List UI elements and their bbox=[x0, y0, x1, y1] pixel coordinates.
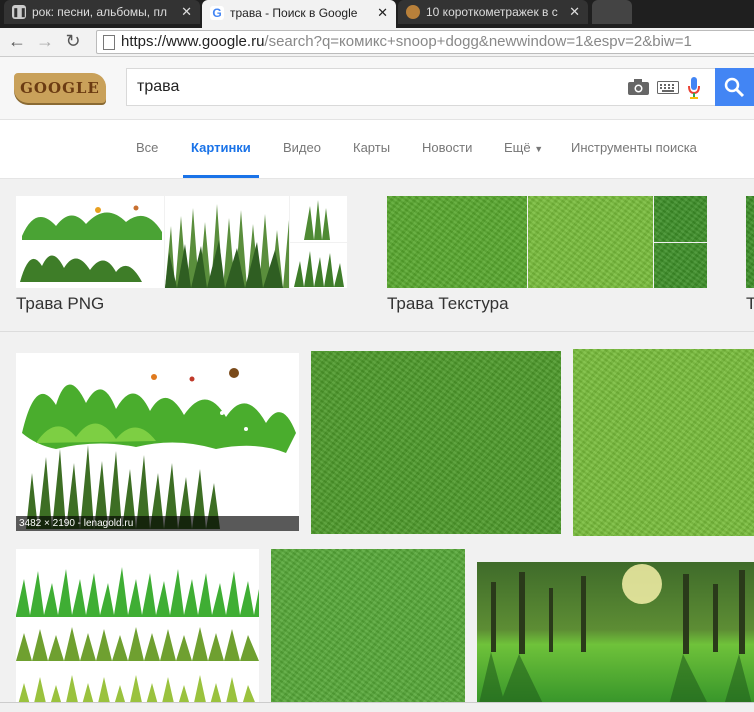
address-bar[interactable]: https://www.google.ru/search?q=комикс+sn… bbox=[96, 30, 754, 54]
tab-more[interactable]: Ещё ▼ bbox=[504, 140, 543, 155]
logo-text: GOOGLE bbox=[20, 79, 100, 97]
active-tab-indicator bbox=[183, 175, 259, 178]
keyboard-icon[interactable] bbox=[657, 81, 679, 94]
collection-label[interactable]: Трава Текстура bbox=[387, 294, 509, 314]
search-menu-bar: Все Картинки Видео Карты Новости Ещё ▼ И… bbox=[0, 120, 754, 179]
tab-title: трава - Поиск в Google bbox=[230, 6, 358, 20]
browser-toolbar: ← → ↻ https://www.google.ru/search?q=ком… bbox=[0, 28, 754, 57]
tab-images[interactable]: Картинки bbox=[191, 140, 251, 155]
collection-label[interactable]: Трава PNG bbox=[16, 294, 104, 314]
tall-grass-image bbox=[165, 204, 289, 288]
grass-tuft-image bbox=[304, 200, 330, 240]
microphone-icon[interactable] bbox=[687, 76, 701, 100]
collection-image[interactable] bbox=[290, 243, 347, 288]
new-tab-button[interactable] bbox=[592, 0, 632, 24]
reload-icon[interactable]: ↻ bbox=[62, 30, 84, 52]
close-tab-icon[interactable]: ✕ bbox=[377, 0, 388, 26]
collection-image[interactable] bbox=[16, 196, 164, 288]
google-header: GOOGLE трава bbox=[0, 57, 754, 120]
browser-tab-video[interactable]: 10 короткометражек в с ✕ bbox=[398, 0, 588, 24]
grass-border-image bbox=[16, 567, 259, 712]
pause-icon: ❚❚ bbox=[12, 4, 28, 19]
collection-image[interactable] bbox=[165, 196, 289, 288]
grass-cutout-image bbox=[20, 205, 162, 282]
tab-title: 10 короткометражек в с bbox=[426, 5, 558, 19]
collection-image[interactable] bbox=[387, 196, 527, 288]
collection-image[interactable] bbox=[290, 196, 347, 242]
collection-image[interactable] bbox=[528, 196, 653, 288]
forward-icon[interactable]: → bbox=[34, 30, 56, 52]
tab-all[interactable]: Все bbox=[136, 140, 158, 155]
result-image[interactable]: 3482 × 2190 - lenagold.ru bbox=[16, 353, 299, 531]
search-icon bbox=[724, 77, 745, 98]
grass-png-image bbox=[22, 368, 296, 529]
caret-down-icon: ▼ bbox=[534, 144, 544, 154]
close-tab-icon[interactable]: ✕ bbox=[181, 0, 192, 24]
search-button[interactable] bbox=[715, 68, 754, 106]
tab-video[interactable]: Видео bbox=[283, 140, 321, 155]
status-bar bbox=[0, 702, 754, 712]
result-image[interactable] bbox=[271, 549, 465, 712]
browser-tab-music[interactable]: ❚❚ рок: песни, альбомы, пл ✕ bbox=[4, 0, 200, 24]
result-image[interactable] bbox=[477, 562, 754, 712]
google-doodle-logo[interactable]: GOOGLE bbox=[14, 73, 106, 103]
search-query: трава bbox=[137, 78, 180, 95]
browser-tab-google[interactable]: Gтрава - Поиск в Google ✕ bbox=[202, 0, 396, 28]
tab-search-tools[interactable]: Инструменты поиска bbox=[571, 140, 697, 155]
tab-title: рок: песни, альбомы, пл bbox=[32, 5, 167, 19]
collection-image[interactable] bbox=[746, 196, 754, 288]
tab-more-label: Ещё bbox=[504, 140, 531, 155]
section-divider bbox=[0, 331, 754, 332]
tab-maps[interactable]: Карты bbox=[353, 140, 390, 155]
camera-icon[interactable] bbox=[627, 78, 651, 96]
url-domain: https://www.google.ru bbox=[121, 33, 265, 50]
browser-tab-strip: ❚❚ рок: песни, альбомы, пл ✕ Gтрава - Пои… bbox=[0, 0, 754, 28]
result-image[interactable] bbox=[573, 349, 754, 536]
cookie-icon bbox=[406, 4, 420, 19]
back-icon[interactable]: ← bbox=[6, 30, 28, 52]
google-g-icon: G bbox=[210, 5, 224, 20]
collection-image[interactable] bbox=[654, 196, 707, 242]
search-box[interactable]: трава bbox=[126, 68, 716, 106]
tab-news[interactable]: Новости bbox=[422, 140, 472, 155]
image-caption: 3482 × 2190 - lenagold.ru bbox=[16, 516, 299, 531]
result-image[interactable] bbox=[311, 351, 561, 534]
collection-image[interactable] bbox=[654, 243, 707, 288]
forest-park-image bbox=[477, 564, 754, 712]
collection-label[interactable]: Т bbox=[746, 294, 754, 314]
url-path: /search?q=комикс+snoop+dogg&newwindow=1&… bbox=[264, 33, 692, 50]
result-image[interactable] bbox=[16, 549, 259, 712]
page-icon bbox=[103, 34, 115, 50]
grass-tuft-image bbox=[294, 251, 344, 287]
image-results-area: Трава PNG Трава Текстура Т 3482 × 2190 -… bbox=[0, 179, 754, 712]
close-tab-icon[interactable]: ✕ bbox=[569, 0, 580, 24]
